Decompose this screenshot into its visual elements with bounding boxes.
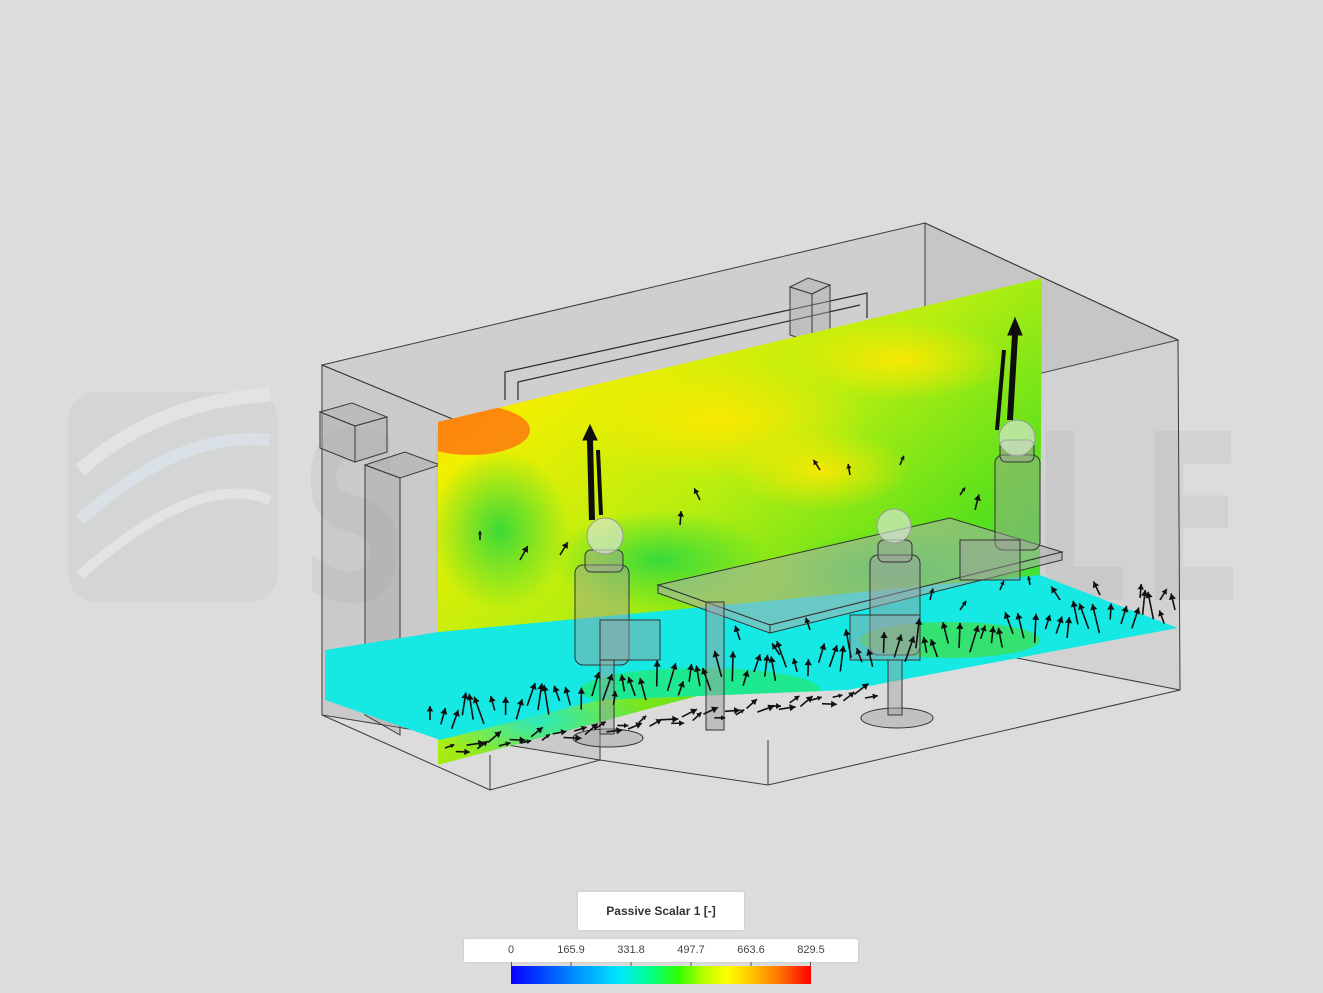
velocity-arrowhead bbox=[672, 715, 679, 723]
legend-tick-label: 165.9 bbox=[557, 944, 585, 956]
3d-viewport[interactable]: SIMSCALE bbox=[0, 0, 1323, 993]
velocity-arrowhead bbox=[775, 702, 782, 709]
legend-title: Passive Scalar 1 [-] bbox=[578, 892, 744, 930]
legend-tick-label: 829.5 bbox=[797, 944, 825, 956]
velocity-arrowhead bbox=[679, 720, 685, 727]
legend-title-text: Passive Scalar 1 [-] bbox=[606, 904, 716, 918]
legend-tick-label: 0 bbox=[507, 944, 515, 956]
velocity-arrowhead bbox=[830, 700, 837, 708]
legend-colorbar bbox=[511, 966, 811, 984]
velocity-arrowhead bbox=[624, 723, 629, 729]
legend-tick-label: 663.6 bbox=[737, 944, 765, 956]
legend-tick-label: 331.8 bbox=[617, 944, 645, 956]
legend-tick-label: 497.7 bbox=[677, 944, 705, 956]
legend-scale: 0 165.9 331.8 497.7 663.6 829.5 bbox=[464, 939, 858, 962]
